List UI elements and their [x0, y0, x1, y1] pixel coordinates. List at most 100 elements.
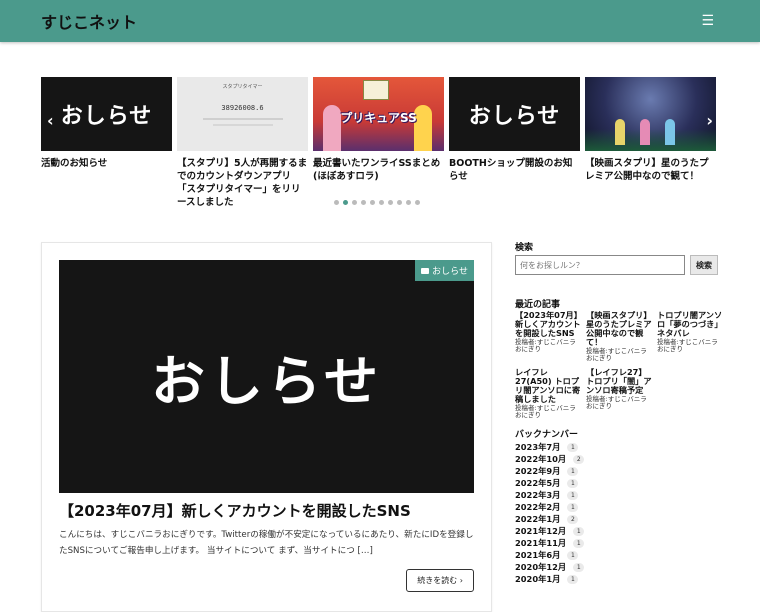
- carousel-pagination: [334, 200, 420, 205]
- thumbnail-sign: [363, 80, 389, 100]
- recent-posts-list: 【2023年07月】新しくアカウントを開設したSNS 投稿者:すじこバニラおにぎ…: [515, 311, 723, 419]
- carousel-slide[interactable]: おしらせ 活動のお知らせ: [41, 77, 172, 209]
- archive-item: 2023年7月 1: [515, 441, 719, 453]
- archive-link[interactable]: 2022年10月: [515, 453, 566, 465]
- recent-post-item: レイフレ27(A50) トロプリ闇アンソロに寄稿しました 投稿者:すじこバニラお…: [515, 368, 581, 419]
- archive-item: 2021年6月 1: [515, 549, 719, 561]
- carousel-dot[interactable]: [352, 200, 357, 205]
- archive-item: 2020年1月 1: [515, 573, 719, 585]
- archive-title: バックナンバー: [515, 430, 579, 440]
- archive-link[interactable]: 2021年11月: [515, 537, 566, 549]
- archive-count-badge: 1: [573, 562, 585, 572]
- archive-item: 2021年11月 1: [515, 537, 719, 549]
- archive-link[interactable]: 2023年7月: [515, 441, 560, 453]
- carousel-slide[interactable]: おしらせ BOOTHショップ開設のお知らせ: [449, 77, 580, 209]
- thumbnail-text: おしらせ: [468, 104, 561, 129]
- archive-link[interactable]: 2020年1月: [515, 573, 560, 585]
- archive-count-badge: 1: [573, 526, 585, 536]
- archive-count-badge: 1: [567, 478, 579, 488]
- slide-thumbnail[interactable]: プリキュアSS: [313, 77, 444, 151]
- read-more-button[interactable]: 続きを読む ›: [406, 569, 474, 592]
- hamburger-icon[interactable]: ☰: [701, 13, 714, 29]
- recent-post-title[interactable]: 【レイフレ27】トロプリ「闇」アンソロ寄稿予定: [586, 368, 652, 395]
- archive-count-badge: 1: [567, 466, 579, 476]
- category-badge[interactable]: おしらせ: [415, 260, 474, 281]
- carousel-dot[interactable]: [415, 200, 420, 205]
- site-title[interactable]: すじこネット: [41, 9, 137, 33]
- recent-post-title[interactable]: トロプリ闇アンソロ「夢のつづき」ネタバレ: [657, 311, 723, 338]
- archive-item: 2022年9月 1: [515, 465, 719, 477]
- recent-post-author: 投稿者:すじこバニラおにぎり: [515, 404, 576, 419]
- thumbnail-app-title: スタプリタイマー: [222, 84, 263, 90]
- archive-link[interactable]: 2022年1月: [515, 513, 560, 525]
- thumbnail-decoration: [585, 129, 716, 151]
- slide-caption[interactable]: 【映画スタプリ】星のうたプレミア公開中なので観て！: [585, 157, 716, 183]
- archive-link[interactable]: 2022年3月: [515, 489, 560, 501]
- archive-item: 2022年2月 1: [515, 501, 719, 513]
- post-thumbnail[interactable]: おしらせ おしらせ: [59, 260, 474, 493]
- chevron-right-icon: ›: [459, 576, 463, 585]
- carousel-dot[interactable]: [406, 200, 411, 205]
- archive-link[interactable]: 2020年12月: [515, 561, 566, 573]
- slide-thumbnail[interactable]: [585, 77, 716, 151]
- carousel-dot[interactable]: [388, 200, 393, 205]
- search-widget-title: 検索: [515, 243, 534, 253]
- recent-post-item: 【2023年07月】新しくアカウントを開設したSNS 投稿者:すじこバニラおにぎ…: [515, 311, 581, 362]
- carousel-dot[interactable]: [334, 200, 339, 205]
- archive-item: 2021年12月 1: [515, 525, 719, 537]
- recent-post-item: トロプリ闇アンソロ「夢のつづき」ネタバレ 投稿者:すじこバニラおにぎり: [657, 311, 723, 362]
- sidebar: 検索 検索 最近の記事 【2023年07月】新しくアカウントを開設したSNS 投…: [515, 240, 723, 585]
- archive-item: 2022年10月 2: [515, 453, 719, 465]
- archive-count-badge: 2: [573, 454, 585, 464]
- category-label: おしらせ: [432, 267, 468, 277]
- post-title[interactable]: 【2023年07月】新しくアカウントを開設したSNS: [59, 500, 474, 521]
- slide-caption[interactable]: BOOTHショップ開設のお知らせ: [449, 157, 580, 183]
- carousel-slide[interactable]: プリキュアSS 最近書いたワンライSSまとめ(ほぼあすロラ): [313, 77, 444, 209]
- carousel-dot[interactable]: [370, 200, 375, 205]
- archive-item: 2022年3月 1: [515, 489, 719, 501]
- site-header: すじこネット ☰: [0, 0, 760, 42]
- archive-link[interactable]: 2022年2月: [515, 501, 560, 513]
- recent-post-title[interactable]: レイフレ27(A50) トロプリ闇アンソロに寄稿しました: [515, 368, 581, 404]
- carousel-dot[interactable]: [397, 200, 402, 205]
- thumbnail-figure: [615, 119, 625, 145]
- thumbnail-decoration: [202, 118, 283, 120]
- carousel-dot[interactable]: [379, 200, 384, 205]
- archive-link[interactable]: 2021年6月: [515, 549, 560, 561]
- archive-count-badge: 1: [567, 442, 579, 452]
- archive-link[interactable]: 2022年5月: [515, 477, 560, 489]
- thumbnail-figure: [323, 105, 341, 151]
- carousel-dot[interactable]: [361, 200, 366, 205]
- folder-icon: [421, 267, 430, 274]
- archive-count-badge: 1: [567, 502, 579, 512]
- recent-post-author: 投稿者:すじこバニラおにぎり: [586, 395, 647, 410]
- archive-item: 2020年12月 1: [515, 561, 719, 573]
- slide-caption[interactable]: 活動のお知らせ: [41, 157, 172, 170]
- archive-link[interactable]: 2022年9月: [515, 465, 560, 477]
- carousel-dot[interactable]: [343, 200, 348, 205]
- archive-count-badge: 1: [567, 574, 579, 584]
- archive-list: 2023年7月 1 2022年10月 2 2022年9月 1 2022年5月 1 2022年3月…: [515, 441, 719, 585]
- slide-caption[interactable]: 【スタプリ】5人が再開するまでのカウントダウンアプリ「スタプリタイマー」をリリー…: [177, 157, 308, 209]
- thumbnail-figure: [665, 119, 675, 145]
- chevron-left-icon[interactable]: ‹: [47, 111, 54, 130]
- archive-link[interactable]: 2021年12月: [515, 525, 566, 537]
- carousel-slide[interactable]: 【映画スタプリ】星のうたプレミア公開中なので観て！: [585, 77, 716, 209]
- search-button[interactable]: 検索: [690, 255, 718, 275]
- read-more-label: 続きを読む: [417, 576, 458, 585]
- archive-count-badge: 2: [567, 514, 579, 524]
- search-input[interactable]: [515, 255, 685, 275]
- slide-thumbnail[interactable]: おしらせ: [449, 77, 580, 151]
- recent-post-item: 【レイフレ27】トロプリ「闇」アンソロ寄稿予定 投稿者:すじこバニラおにぎり: [586, 368, 652, 419]
- slide-thumbnail[interactable]: スタプリタイマー 38926008.6: [177, 77, 308, 151]
- thumbnail-text: プリキュアSS: [340, 110, 417, 125]
- post-card: おしらせ おしらせ 【2023年07月】新しくアカウントを開設したSNS こんに…: [41, 242, 492, 612]
- thumbnail-figure: [640, 119, 650, 145]
- recent-post-title[interactable]: 【2023年07月】新しくアカウントを開設したSNS: [515, 311, 581, 338]
- recent-post-title[interactable]: 【映画スタプリ】星のうたプレミア公開中なので観て！: [586, 311, 652, 347]
- post-excerpt: こんにちは、すじこバニラおにぎりです。Twitterの稼働が不安定になっているに…: [59, 530, 474, 556]
- slide-thumbnail[interactable]: おしらせ: [41, 77, 172, 151]
- chevron-right-icon[interactable]: ›: [706, 111, 713, 130]
- slide-caption[interactable]: 最近書いたワンライSSまとめ(ほぼあすロラ): [313, 157, 444, 183]
- carousel-slide[interactable]: スタプリタイマー 38926008.6 【スタプリ】5人が再開するまでのカウント…: [177, 77, 308, 209]
